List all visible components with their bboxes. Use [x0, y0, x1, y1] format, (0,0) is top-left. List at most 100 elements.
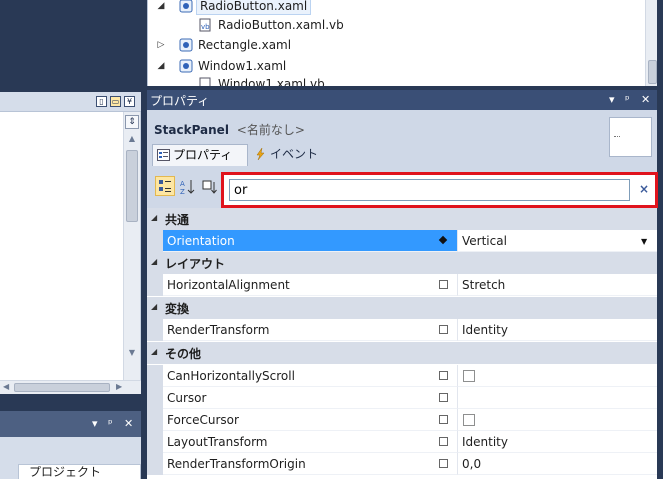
property-marker-icon[interactable] — [439, 371, 448, 380]
row-gutter — [147, 365, 163, 387]
hscroll-thumb[interactable] — [14, 383, 110, 392]
property-grid: ◢ 共通 Orientation Vertical ▼ ◢ レイアウト Hori… — [147, 208, 657, 479]
row-gutter — [147, 409, 163, 431]
scroll-left-icon[interactable]: ◀ — [3, 382, 9, 391]
property-marker-icon[interactable] — [439, 236, 448, 245]
properties-titlebar: プロパティ ▾ ᵖ ✕ — [147, 90, 657, 110]
sort-by-source-button[interactable] — [199, 176, 219, 196]
dropdown-icon[interactable]: ▾ — [92, 417, 98, 430]
categorized-icon — [159, 180, 171, 192]
scroll-thumb[interactable] — [126, 150, 138, 222]
property-name: CanHorizontallyScroll — [163, 365, 458, 387]
property-value: Stretch — [462, 278, 506, 292]
property-row-horizontalalignment[interactable]: HorizontalAlignment Stretch — [147, 274, 657, 296]
tree-item[interactable]: vb RadioButton.xaml.vb — [148, 15, 448, 35]
row-gutter — [147, 387, 163, 409]
expander-icon[interactable]: ◢ — [156, 56, 166, 76]
property-value-field[interactable]: Identity — [458, 431, 657, 453]
property-checkbox[interactable] — [463, 370, 475, 382]
collapse-icon[interactable]: ◢ — [151, 302, 157, 311]
property-search-input[interactable] — [230, 180, 629, 200]
editor-area[interactable]: ⇕ ▲ ▼ — [0, 112, 141, 380]
left-panel-header: ▯ ▭ ¥ — [0, 92, 141, 112]
dropdown-icon[interactable]: ▾ — [609, 93, 615, 106]
scroll-up-icon[interactable]: ▲ — [124, 134, 140, 143]
chevron-down-icon[interactable]: ▼ — [641, 231, 647, 253]
scroll-down-icon[interactable]: ▼ — [124, 348, 140, 357]
property-value-dropdown[interactable]: Vertical — [458, 230, 657, 252]
tree-item[interactable]: ◢ Window1.xaml — [148, 56, 448, 76]
row-gutter — [147, 230, 163, 252]
horizontal-scrollbar[interactable]: ◀ ▶ — [0, 380, 141, 394]
tab-properties[interactable]: プロパティ — [152, 144, 248, 166]
property-marker-icon[interactable] — [439, 325, 448, 334]
property-checkbox[interactable] — [463, 414, 475, 426]
property-marker-icon[interactable] — [439, 393, 448, 402]
xaml-file-icon — [179, 38, 193, 52]
property-row-rendertransformorigin[interactable]: RenderTransformOrigin 0,0 — [147, 453, 657, 475]
view-split-icon[interactable]: ▭ — [110, 96, 121, 107]
tree-item[interactable]: ▷ Rectangle.xaml — [148, 35, 448, 55]
property-value-field[interactable]: Identity — [458, 319, 657, 341]
category-label: その他 — [165, 347, 202, 361]
property-row-layouttransform[interactable]: LayoutTransform Identity — [147, 431, 657, 453]
clear-search-icon[interactable]: × — [637, 181, 651, 197]
close-icon[interactable]: ✕ — [124, 417, 133, 430]
sort-alphabetical-button[interactable]: AZ — [177, 176, 197, 196]
sort-source-icon — [202, 180, 217, 194]
property-value: Identity — [462, 435, 508, 449]
tab-project[interactable]: プロジェクト — [18, 464, 141, 479]
category-transform[interactable]: ◢ 変換 — [147, 297, 657, 319]
properties-window: プロパティ ▾ ᵖ ✕ StackPanel <名前なし> プロパティ イベント… — [147, 90, 658, 479]
tree-scrollbar[interactable] — [645, 0, 657, 86]
categorized-button[interactable] — [155, 176, 175, 196]
close-icon[interactable]: ✕ — [641, 93, 650, 106]
pin-icon[interactable]: ᵖ — [625, 93, 630, 106]
object-name[interactable]: <名前なし> — [237, 123, 305, 137]
view-swap-icon[interactable]: ¥ — [124, 96, 135, 107]
property-name: RenderTransformOrigin — [163, 453, 458, 475]
vb-file-icon: vb — [199, 18, 211, 32]
property-search-box[interactable] — [229, 179, 630, 201]
property-value-field[interactable]: 0,0 — [458, 453, 657, 475]
property-row-cursor[interactable]: Cursor — [147, 387, 657, 409]
vertical-scrollbar[interactable]: ⇕ ▲ ▼ — [123, 112, 140, 380]
property-row-rendertransform[interactable]: RenderTransform Identity — [147, 319, 657, 341]
sort-az-icon: AZ — [180, 180, 195, 195]
property-marker-icon[interactable] — [439, 459, 448, 468]
view-single-icon[interactable]: ▯ — [96, 96, 107, 107]
tab-events[interactable]: イベント — [252, 144, 318, 166]
lower-panel-titlebar: ▾ ᵖ ✕ — [0, 411, 141, 437]
split-view-icon[interactable]: ⇕ — [125, 115, 139, 129]
scroll-right-icon[interactable]: ▶ — [116, 382, 122, 391]
property-row-forcecursor[interactable]: ForceCursor — [147, 409, 657, 431]
property-value: Identity — [462, 323, 508, 337]
property-row-canhorizontallyscroll[interactable]: CanHorizontallyScroll — [147, 365, 657, 387]
property-value-field[interactable] — [458, 387, 657, 409]
tree-item[interactable]: ◢ RadioButton.xaml — [148, 0, 348, 16]
collapse-icon[interactable]: ◢ — [151, 213, 157, 222]
expander-icon[interactable]: ▷ — [156, 35, 166, 55]
tree-item[interactable]: Window1.xaml.vb — [148, 74, 448, 86]
property-marker-icon[interactable] — [439, 437, 448, 446]
properties-icon — [157, 149, 170, 161]
pin-icon[interactable]: ᵖ — [108, 417, 113, 430]
property-row-orientation[interactable]: Orientation Vertical ▼ — [147, 230, 657, 252]
property-marker-icon[interactable] — [439, 415, 448, 424]
collapse-icon[interactable]: ◢ — [151, 257, 157, 266]
tree-item-label: Rectangle.xaml — [198, 38, 292, 52]
property-value-field[interactable]: Stretch — [458, 274, 657, 296]
solution-tree: ◢ RadioButton.xaml vb RadioButton.xaml.v… — [147, 0, 657, 86]
property-name: ForceCursor — [163, 409, 458, 431]
category-misc[interactable]: ◢ その他 — [147, 342, 657, 364]
collapse-icon[interactable]: ◢ — [151, 347, 157, 356]
row-gutter — [147, 274, 163, 296]
property-name: Cursor — [163, 387, 458, 409]
properties-title: プロパティ — [150, 94, 210, 108]
property-value: 0,0 — [462, 457, 482, 471]
expander-icon[interactable]: ◢ — [156, 0, 166, 16]
property-marker-icon[interactable] — [439, 280, 448, 289]
tree-scroll-thumb[interactable] — [648, 60, 657, 84]
category-common[interactable]: ◢ 共通 — [147, 208, 657, 230]
category-layout[interactable]: ◢ レイアウト — [147, 252, 657, 274]
